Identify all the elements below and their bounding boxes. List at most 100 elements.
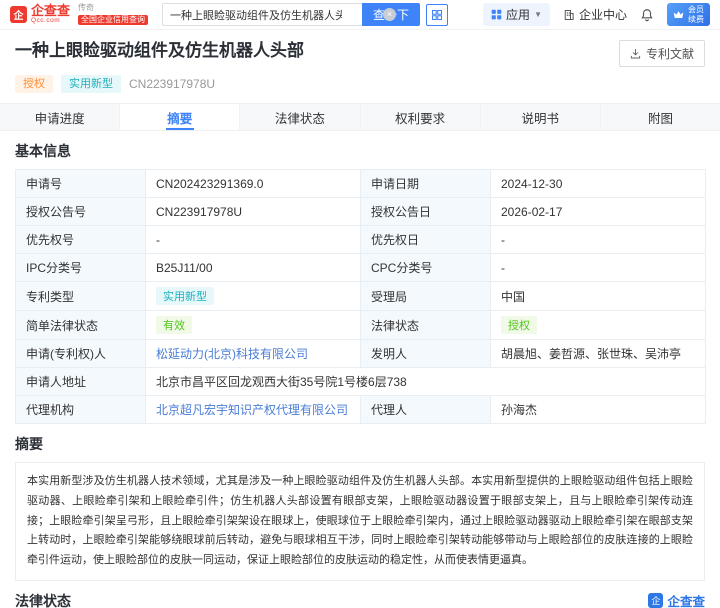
table-label: 授权公告号 xyxy=(15,197,146,226)
notification-bell-button[interactable] xyxy=(640,8,654,22)
slogan: 传奇 全国企业信用查询 xyxy=(78,3,149,25)
table-label: 优先权日 xyxy=(360,225,491,254)
tab-legal-status[interactable]: 法律状态 xyxy=(240,104,361,130)
qcc-brand-icon: 企 xyxy=(648,593,664,608)
grid-icon xyxy=(491,9,502,20)
agency-link[interactable]: 北京超凡宏宇知识产权代理有限公司 xyxy=(156,403,348,417)
status-badge: 授权 xyxy=(15,75,53,93)
basic-info-title: 基本信息 xyxy=(15,143,71,159)
table-row: 申请号 CN202423291369.0 申请日期 2024-12-30 xyxy=(15,169,706,198)
table-label: 申请人地址 xyxy=(15,367,146,396)
legal-status-title: 法律状态 xyxy=(15,592,71,608)
table-value: 有效 xyxy=(145,310,361,340)
crown-icon xyxy=(673,11,684,18)
table-label: CPC分类号 xyxy=(360,253,491,282)
legal-status-cell-badge: 授权 xyxy=(501,316,537,334)
tab-claims[interactable]: 权利要求 xyxy=(361,104,481,130)
abstract-title: 摘要 xyxy=(15,436,43,452)
table-row: 代理机构 北京超凡宏宇知识产权代理有限公司 代理人 孙海杰 xyxy=(15,395,706,424)
qcc-logo[interactable]: 企 企查查 Qcc.com xyxy=(10,4,70,25)
batch-search-icon xyxy=(432,9,443,20)
enterprise-center-link[interactable]: 企业中心 xyxy=(563,6,627,23)
qcc-logo-icon: 企 xyxy=(10,6,27,23)
table-value: - xyxy=(145,225,361,254)
table-value: - xyxy=(490,253,706,282)
vip-label-line1: 会员 xyxy=(688,4,704,14)
apps-menu[interactable]: 应用 ▼ xyxy=(483,3,550,26)
table-label: 申请日期 xyxy=(360,169,491,198)
enterprise-center-label: 企业中心 xyxy=(578,8,627,22)
table-value: 2026-02-17 xyxy=(490,197,706,226)
table-label: 简单法律状态 xyxy=(15,310,146,340)
table-value: CN202423291369.0 xyxy=(145,169,361,198)
download-icon xyxy=(630,49,641,59)
chevron-down-icon: ▼ xyxy=(534,10,542,19)
table-label: 代理机构 xyxy=(15,395,146,424)
table-row: 申请人地址 北京市昌平区回龙观西大街35号院1号楼6层738 xyxy=(15,367,706,396)
tab-bar: 申请进度 摘要 法律状态 权利要求 说明书 附图 xyxy=(0,103,720,131)
abstract-section: 摘要 本实用新型涉及仿生机器人技术领域，尤其是涉及一种上眼睑驱动组件及仿生机器人… xyxy=(0,424,720,581)
slogan-badge: 全国企业信用查询 xyxy=(78,15,149,25)
top-header: 企 企查查 Qcc.com 传奇 全国企业信用查询 × 查一下 xyxy=(0,0,720,30)
patent-doc-button-label: 专利文献 xyxy=(645,47,694,61)
patent-doc-button[interactable]: 专利文献 xyxy=(618,40,705,67)
table-label: 申请号 xyxy=(15,169,146,198)
apps-menu-label: 应用 xyxy=(506,8,531,22)
table-label: 优先权号 xyxy=(15,225,146,254)
page-title: 一种上眼睑驱动组件及仿生机器人头部 xyxy=(15,41,304,60)
table-label: 法律状态 xyxy=(360,310,491,340)
table-value: - xyxy=(490,225,706,254)
title-section: 一种上眼睑驱动组件及仿生机器人头部 专利文献 授权 实用新型 CN2239179… xyxy=(0,30,720,93)
patent-type-cell-badge: 实用新型 xyxy=(156,287,214,305)
tab-application-progress[interactable]: 申请进度 xyxy=(0,104,121,130)
table-label: IPC分类号 xyxy=(15,253,146,282)
vip-renew-badge[interactable]: 会员 续费 xyxy=(667,2,710,27)
applicant-link[interactable]: 松延动力(北京)科技有限公司 xyxy=(156,347,308,361)
table-value: 实用新型 xyxy=(145,281,361,311)
table-label: 专利类型 xyxy=(15,281,146,311)
tab-abstract[interactable]: 摘要 xyxy=(120,104,241,130)
table-value: 2024-12-30 xyxy=(490,169,706,198)
table-value: 中国 xyxy=(490,281,706,311)
table-row: 授权公告号 CN223917978U 授权公告日 2026-02-17 xyxy=(15,197,706,226)
patent-number: CN223917978U xyxy=(129,77,216,91)
vip-label-line2: 续费 xyxy=(688,14,704,24)
abstract-text: 本实用新型涉及仿生机器人技术领域，尤其是涉及一种上眼睑驱动组件及仿生机器人头部。… xyxy=(15,462,705,581)
batch-search-button[interactable] xyxy=(426,3,449,26)
search-clear-icon[interactable]: × xyxy=(383,8,397,21)
table-value: 授权 xyxy=(490,310,706,340)
legal-status-section: 法律状态 企 企查查 xyxy=(0,581,720,608)
table-value: 北京市昌平区回龙观西大街35号院1号楼6层738 xyxy=(145,367,706,396)
building-icon xyxy=(564,9,574,20)
table-label: 发明人 xyxy=(360,339,491,368)
basic-info-table: 申请号 CN202423291369.0 申请日期 2024-12-30 授权公… xyxy=(15,169,706,424)
table-row: 申请(专利权)人 松延动力(北京)科技有限公司 发明人 胡晨旭、姜哲源、张世珠、… xyxy=(15,339,706,368)
qcc-logo-domain: Qcc.com xyxy=(31,17,61,25)
table-value: 北京超凡宏宇知识产权代理有限公司 xyxy=(145,395,361,424)
qcc-logo-text: 企查查 xyxy=(31,3,71,19)
table-label: 受理局 xyxy=(360,281,491,311)
search-input[interactable] xyxy=(162,3,363,26)
table-value: B25J11/00 xyxy=(145,253,361,282)
tab-drawings[interactable]: 附图 xyxy=(601,104,720,130)
header-right-nav: 应用 ▼ 企业中心 会员 续费 xyxy=(483,2,710,27)
qcc-brand-text: 企查查 xyxy=(667,595,705,608)
tab-description[interactable]: 说明书 xyxy=(481,104,601,130)
table-label: 代理人 xyxy=(360,395,491,424)
table-label: 申请(专利权)人 xyxy=(15,339,146,368)
table-row: 优先权号 - 优先权日 - xyxy=(15,225,706,254)
table-value: CN223917978U xyxy=(145,197,361,226)
table-row: IPC分类号 B25J11/00 CPC分类号 - xyxy=(15,253,706,282)
slogan-top-text: 传奇 xyxy=(78,3,95,12)
bell-icon xyxy=(641,8,653,21)
qcc-brand-logo: 企 企查查 xyxy=(648,591,705,608)
search-bar: × 查一下 xyxy=(162,3,449,26)
table-label: 授权公告日 xyxy=(360,197,491,226)
basic-info-section: 基本信息 申请号 CN202423291369.0 申请日期 2024-12-3… xyxy=(0,131,720,424)
table-value: 孙海杰 xyxy=(490,395,706,424)
simple-legal-status-badge: 有效 xyxy=(156,316,192,334)
table-value: 胡晨旭、姜哲源、张世珠、吴沛亭 xyxy=(490,339,706,368)
patent-type-badge: 实用新型 xyxy=(61,75,121,93)
table-value: 松延动力(北京)科技有限公司 xyxy=(145,339,361,368)
table-row: 简单法律状态 有效 法律状态 授权 xyxy=(15,310,706,340)
